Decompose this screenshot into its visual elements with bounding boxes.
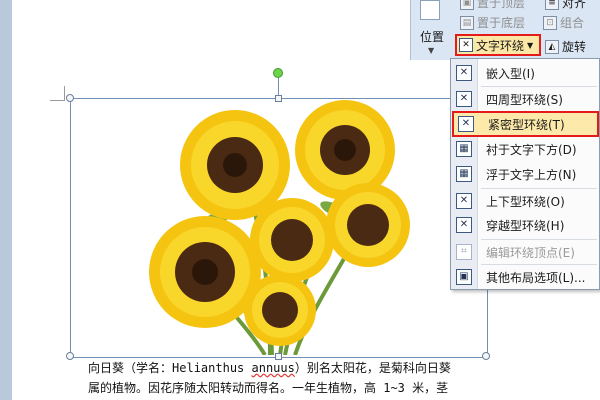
wrap-tight-icon: ✕ — [458, 116, 474, 132]
wrap-front-icon: ▦ — [456, 166, 472, 182]
menu-item-label: 嵌入型(I) — [486, 66, 535, 81]
resize-handle-bottom-left[interactable] — [66, 352, 74, 360]
rotate-label: 旋转 — [562, 40, 587, 54]
menu-item-label: 穿越型环绕(H) — [486, 218, 565, 233]
text-wrap-menu: ✕ 嵌入型(I) ✕ 四周型环绕(S) ✕ 紧密型环绕(T) ▦ 衬于文字下方(… — [450, 58, 600, 290]
bring-forward-icon: ▣ — [460, 0, 474, 10]
position-icon[interactable] — [420, 0, 440, 20]
chevron-down-icon: ▼ — [428, 46, 435, 55]
menu-item-square[interactable]: ✕ 四周型环绕(S) — [452, 87, 599, 111]
resize-handle-top-left[interactable] — [66, 94, 74, 102]
text-run: Helianthus — [172, 361, 252, 375]
text-wrap-button[interactable]: ✕ 文字环绕 ▼ — [455, 34, 542, 56]
wrap-through-icon: ✕ — [456, 217, 472, 233]
picture-selection-frame[interactable] — [70, 98, 488, 358]
align-button[interactable]: ≡ 对齐 — [545, 0, 586, 11]
send-backward-button[interactable]: ▤ 置于底层 — [460, 14, 525, 31]
menu-item-label: 编辑环绕顶点(E) — [486, 245, 575, 260]
menu-item-front[interactable]: ▦ 浮于文字上方(N) — [452, 162, 599, 186]
chevron-down-icon: ▼ — [527, 40, 534, 50]
wrap-topbottom-icon: ✕ — [456, 193, 472, 209]
resize-handle-top[interactable] — [275, 95, 282, 102]
menu-item-behind[interactable]: ▦ 衬于文字下方(D) — [452, 137, 599, 161]
align-label: 对齐 — [562, 0, 587, 10]
bring-forward-button[interactable]: ▣ 置于顶层 — [460, 0, 525, 11]
send-backward-icon: ▤ — [460, 15, 474, 30]
menu-item-edit-wrap-points: ⌗ 编辑环绕顶点(E) — [452, 240, 599, 264]
more-layout-icon: ▣ — [456, 269, 472, 285]
menu-item-more-layout[interactable]: ▣ 其他布局选项(L)... — [452, 265, 599, 289]
menu-item-label: 衬于文字下方(D) — [486, 142, 577, 157]
align-icon: ≡ — [545, 0, 559, 10]
wrap-square-icon: ✕ — [456, 91, 472, 107]
group-icon: ⊡ — [543, 15, 557, 30]
bring-forward-label: 置于顶层 — [477, 0, 526, 10]
margin-corner-mark — [50, 86, 65, 101]
rotate-button[interactable]: ◭ 旋转 — [545, 38, 586, 55]
position-button-label[interactable]: 位置 — [420, 28, 444, 45]
edit-wrap-points-icon: ⌗ — [456, 244, 472, 260]
rotate-icon: ◭ — [545, 39, 559, 54]
text-run: 向日葵（学名： — [88, 361, 173, 375]
text-run: ）别名太阳花，是菊科向日葵 — [294, 361, 451, 375]
group-button[interactable]: ⊡ 组合 — [543, 14, 584, 31]
send-backward-label: 置于底层 — [477, 16, 526, 30]
menu-item-through[interactable]: ✕ 穿越型环绕(H) — [452, 213, 599, 237]
rotation-handle[interactable] — [273, 68, 283, 78]
paragraph-line: 属的植物。因花序随太阳转动而得名。一年生植物，高 1~3 米，茎 — [88, 381, 449, 395]
menu-item-tight[interactable]: ✕ 紧密型环绕(T) — [452, 111, 599, 137]
menu-item-label: 其他布局选项(L)... — [486, 270, 586, 285]
menu-item-label: 紧密型环绕(T) — [488, 117, 565, 132]
menu-item-top-bottom[interactable]: ✕ 上下型环绕(O) — [452, 189, 599, 213]
wrap-behind-icon: ▦ — [456, 141, 472, 157]
document-body-text[interactable]: 向日葵（学名：Helianthus annuus）别名太阳花，是菊科向日葵 属的… — [88, 358, 488, 398]
wrap-inline-icon: ✕ — [456, 65, 472, 81]
spellcheck-flagged-word[interactable]: annuus — [252, 361, 295, 375]
text-wrap-icon: ✕ — [459, 38, 473, 52]
paragraph-line: 向日葵（学名：Helianthus annuus）别名太阳花，是菊科向日葵 — [88, 358, 488, 378]
group-label: 组合 — [560, 16, 585, 30]
menu-item-label: 浮于文字上方(N) — [486, 167, 577, 182]
text-wrap-label: 文字环绕 — [476, 38, 525, 53]
menu-item-inline[interactable]: ✕ 嵌入型(I) — [452, 61, 599, 85]
menu-item-label: 上下型环绕(O) — [486, 194, 565, 209]
menu-item-label: 四周型环绕(S) — [486, 92, 563, 107]
